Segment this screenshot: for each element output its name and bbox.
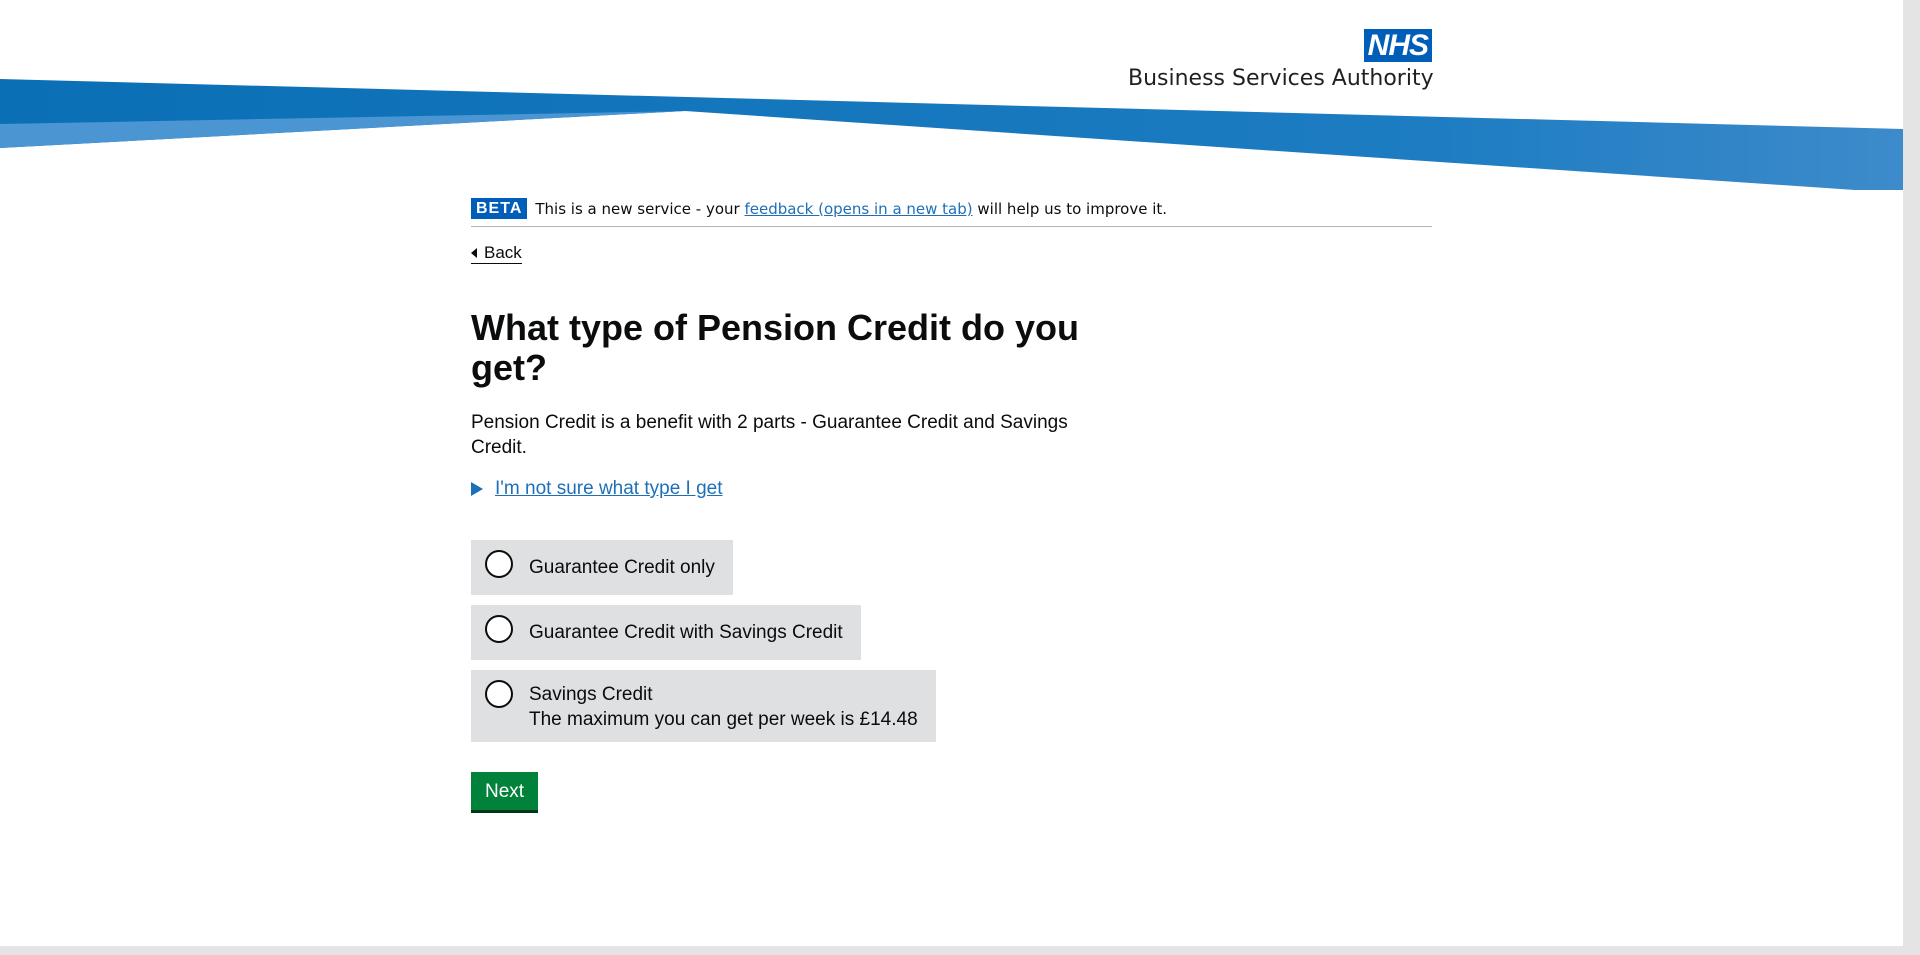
radio-label: Guarantee Credit with Savings Credit: [529, 622, 843, 643]
radio-label: Savings Credit: [529, 684, 653, 705]
beta-tag: BETA: [471, 198, 528, 219]
main-container: BETA This is a new service - your feedba…: [471, 198, 1432, 810]
back-link-label: Back: [484, 243, 522, 262]
phase-banner: BETA This is a new service - your feedba…: [471, 198, 1432, 227]
radio-hint: The maximum you can get per week is £14.…: [529, 709, 918, 730]
page-title: What type of Pension Credit do you get?: [471, 307, 1080, 388]
feedback-link[interactable]: feedback (opens in a new tab): [744, 200, 972, 218]
radio-option-guarantee-credit-only[interactable]: Guarantee Credit only: [471, 540, 733, 595]
phase-text-before: This is a new service - your: [535, 199, 745, 218]
radio-option-savings-credit[interactable]: Savings Credit The maximum you can get p…: [471, 670, 936, 742]
nhsbsa-logo[interactable]: NHS Business Services Authority: [1128, 29, 1434, 91]
triangle-right-icon: [471, 482, 483, 496]
logo-organisation-name: Business Services Authority: [1128, 66, 1434, 91]
details-toggle[interactable]: I'm not sure what type I get: [471, 478, 1432, 500]
vertical-scrollbar[interactable]: [1903, 0, 1920, 955]
radio-button-icon[interactable]: [485, 680, 513, 708]
header-swoosh-graphic: [0, 79, 1903, 190]
radio-option-guarantee-with-savings[interactable]: Guarantee Credit with Savings Credit: [471, 605, 861, 660]
next-button[interactable]: Next: [471, 772, 539, 810]
phase-banner-text: This is a new service - your feedback (o…: [535, 200, 1167, 218]
back-link[interactable]: Back: [471, 243, 522, 264]
window-bottom-edge: [0, 946, 1920, 955]
chevron-left-icon: [471, 248, 477, 258]
details-summary-label: I'm not sure what type I get: [495, 478, 723, 499]
nhs-logo-mark: NHS: [1363, 29, 1432, 62]
radio-button-icon[interactable]: [485, 550, 513, 578]
phase-text-after: will help us to improve it.: [972, 199, 1168, 218]
radio-button-icon[interactable]: [485, 615, 513, 643]
page: NHS Business Services Authority BETA Thi…: [0, 0, 1903, 946]
question-hint: Pension Credit is a benefit with 2 parts…: [471, 412, 1068, 458]
radio-label: Guarantee Credit only: [529, 557, 715, 578]
radio-group: Guarantee Credit only Guarantee Credit w…: [471, 540, 1432, 742]
